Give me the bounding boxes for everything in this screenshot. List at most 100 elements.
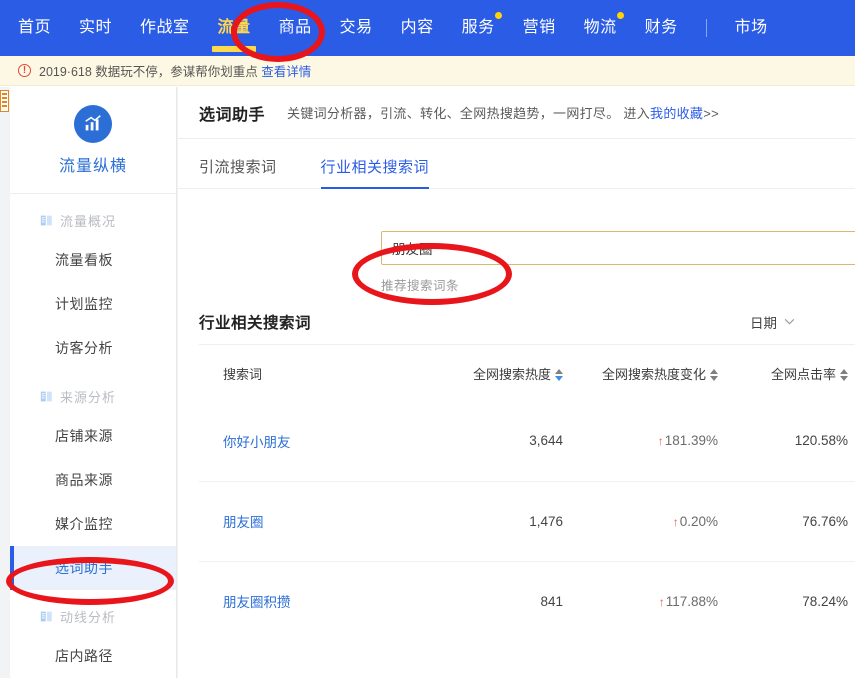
- sidebar-item-0-0[interactable]: 流量看板: [10, 238, 176, 282]
- table-col-label: 全网点击率: [770, 366, 836, 382]
- arrow-up-icon: ↑: [657, 434, 664, 449]
- cell-term[interactable]: 朋友圈积攒: [199, 560, 449, 641]
- page-subtitle-text: 关键词分析器，引流、转化、全网热搜趋势，一网打尽。 进入: [287, 106, 651, 121]
- sort-arrows-icon[interactable]: [710, 369, 718, 382]
- results-card: 行业相关搜索词 日期 搜索词 全网搜索热度 全网搜索热度变化 全网点击率 你好小…: [178, 299, 855, 641]
- sidebar-item-label: 计划监控: [55, 296, 113, 312]
- nav-item-9[interactable]: 物流: [583, 0, 624, 56]
- nav-item-1[interactable]: 实时: [79, 0, 112, 56]
- cell-ctr: 78.24%: [724, 560, 854, 641]
- nav-item-10[interactable]: 财务: [645, 0, 678, 56]
- table-col-header-1[interactable]: 全网搜索热度: [449, 345, 569, 401]
- app-root: 首页 实时 作战室 流量 商品 交易 内容 服务 营销 物流 财务 市场 ! 2019·618 数据玩…: [0, 0, 855, 678]
- heat-change-value: 0.20%: [679, 513, 718, 529]
- page-subtitle-suffix: >>: [703, 106, 720, 121]
- report-icon: [40, 390, 53, 403]
- sidebar-item-2-0[interactable]: 店内路径: [10, 634, 176, 678]
- nav-item-11[interactable]: 市场: [735, 0, 768, 56]
- table-header-row: 搜索词全网搜索热度全网搜索热度变化全网点击率全: [199, 345, 855, 401]
- notification-dot-icon: [616, 12, 624, 19]
- main-tabs: 引流搜索词 行业相关搜索词: [178, 139, 855, 189]
- cell-term[interactable]: 你好小朋友: [199, 401, 449, 481]
- sidebar-item-label: 流量看板: [55, 252, 113, 268]
- table-col-label: 搜索词: [223, 366, 263, 382]
- sidebar-item-1-1[interactable]: 商品来源: [10, 458, 176, 502]
- table-col-header-3[interactable]: 全网点击率: [724, 345, 854, 401]
- top-navigation-bar: 首页 实时 作战室 流量 商品 交易 内容 服务 营销 物流 财务 市场: [0, 0, 855, 56]
- sidebar-item-1-2[interactable]: 媒介监控: [10, 502, 176, 546]
- tab-1[interactable]: 行业相关搜索词: [320, 156, 430, 189]
- sidebar-item-0-2[interactable]: 访客分析: [10, 326, 176, 370]
- top-nav-items: 首页 实时 作战室 流量 商品 交易 内容 服务 营销 物流 财务 市场: [18, 0, 796, 56]
- cell-heat: 1,476: [449, 480, 569, 561]
- nav-item-label: 财务: [644, 19, 678, 36]
- nav-item-3[interactable]: 流量: [218, 0, 251, 56]
- nav-item-2[interactable]: 作战室: [140, 0, 190, 56]
- nav-item-0[interactable]: 首页: [18, 0, 51, 56]
- notification-dot-icon: [494, 12, 502, 19]
- sort-arrows-icon[interactable]: [555, 369, 563, 382]
- results-title: 行业相关搜索词: [199, 314, 312, 332]
- table-row: 朋友圈 1,476 ↑0.20% 76.76%: [199, 480, 855, 561]
- page-title: 选词助手: [199, 106, 266, 124]
- sidebar-brand[interactable]: 流量纵横: [10, 87, 176, 194]
- table-row: 你好小朋友 3,644 ↑181.39% 120.58%: [199, 401, 855, 481]
- nav-item-label: 商品: [278, 19, 312, 36]
- notification-banner: ! 2019·618 数据玩不停，参谋帮你划重点 查看详情: [0, 56, 855, 86]
- search-term-link[interactable]: 你好小朋友: [223, 435, 291, 450]
- date-filter-dropdown[interactable]: 日期: [750, 312, 795, 332]
- main-panel: 选词助手 关键词分析器，引流、转化、全网热搜趋势，一网打尽。 进入我的收藏>> …: [178, 87, 855, 678]
- nav-item-label: 服务: [461, 19, 495, 36]
- cell-heat-change: ↑0.20%: [569, 480, 724, 561]
- cell-heat: 841: [449, 560, 569, 641]
- banner-link[interactable]: 查看详情: [261, 65, 311, 79]
- results-header: 行业相关搜索词 日期: [199, 299, 855, 345]
- nav-item-7[interactable]: 服务: [461, 0, 502, 56]
- edge-toolbar-widget[interactable]: [0, 90, 9, 112]
- chevron-down-icon: [784, 318, 795, 325]
- table-col-header-2[interactable]: 全网搜索热度变化: [569, 345, 724, 401]
- sidebar-item-0-1[interactable]: 计划监控: [10, 282, 176, 326]
- search-term-link[interactable]: 朋友圈积攒: [223, 595, 291, 610]
- heat-change-value: 117.88%: [665, 593, 718, 609]
- cell-heat: 3,644: [529, 433, 563, 449]
- nav-item-label: 实时: [79, 19, 113, 36]
- search-input[interactable]: [381, 231, 855, 265]
- sidebar-item-1-0[interactable]: 店铺来源: [10, 414, 176, 458]
- sidebar-item-label: 媒介监控: [55, 516, 113, 532]
- tab-0[interactable]: 引流搜索词: [199, 156, 277, 188]
- banner-message: 2019·618 数据玩不停，参谋帮你划重点: [39, 65, 258, 79]
- search-term-link[interactable]: 朋友圈: [223, 515, 264, 530]
- report-icon: [40, 610, 53, 623]
- table-row: 朋友圈积攒 841 ↑117.88% 78.24%: [199, 560, 855, 641]
- date-filter-label: 日期: [750, 315, 777, 331]
- sidebar-navigation: 流量概况 流量看板 计划监控 访客分析 来源分析 店铺来源 商品来源 媒介监控 选词助手 动线分析…: [10, 202, 176, 678]
- sidebar-group-1: 来源分析: [10, 378, 176, 414]
- my-favorites-link[interactable]: 我的收藏: [650, 106, 703, 121]
- sidebar-item-label: 店内路径: [55, 648, 113, 664]
- arrow-up-icon: ↑: [672, 514, 679, 529]
- sidebar-item-label: 访客分析: [55, 340, 113, 356]
- cell-ctr: 120.58%: [794, 433, 848, 449]
- sidebar-item-1-3[interactable]: 选词助手: [10, 546, 176, 590]
- report-icon: [40, 214, 53, 227]
- search-zone: 推荐搜索词条: [178, 189, 855, 299]
- nav-item-label: 内容: [400, 19, 434, 36]
- nav-item-4[interactable]: 商品: [279, 0, 312, 56]
- banner-text: 2019·618 数据玩不停，参谋帮你划重点 查看详情: [39, 61, 311, 80]
- cell-heat-change: ↑117.88%: [569, 560, 724, 641]
- sidebar-item-label: 商品来源: [55, 472, 113, 488]
- cell-term[interactable]: 朋友圈: [199, 480, 449, 561]
- sort-arrows-icon[interactable]: [840, 369, 848, 382]
- cell-heat-change: ↑181.39%: [569, 401, 724, 481]
- table-col-label: 全网搜索热度: [472, 366, 551, 382]
- nav-item-5[interactable]: 交易: [340, 0, 373, 56]
- chart-circle-icon: [74, 104, 112, 143]
- sidebar-group-label: 来源分析: [60, 389, 117, 405]
- nav-item-label: 物流: [583, 19, 617, 36]
- nav-item-label: 作战室: [140, 19, 190, 36]
- nav-item-6[interactable]: 内容: [401, 0, 434, 56]
- nav-item-label: 交易: [339, 19, 373, 36]
- sidebar-item-label: 店铺来源: [55, 428, 113, 444]
- nav-item-8[interactable]: 营销: [523, 0, 556, 56]
